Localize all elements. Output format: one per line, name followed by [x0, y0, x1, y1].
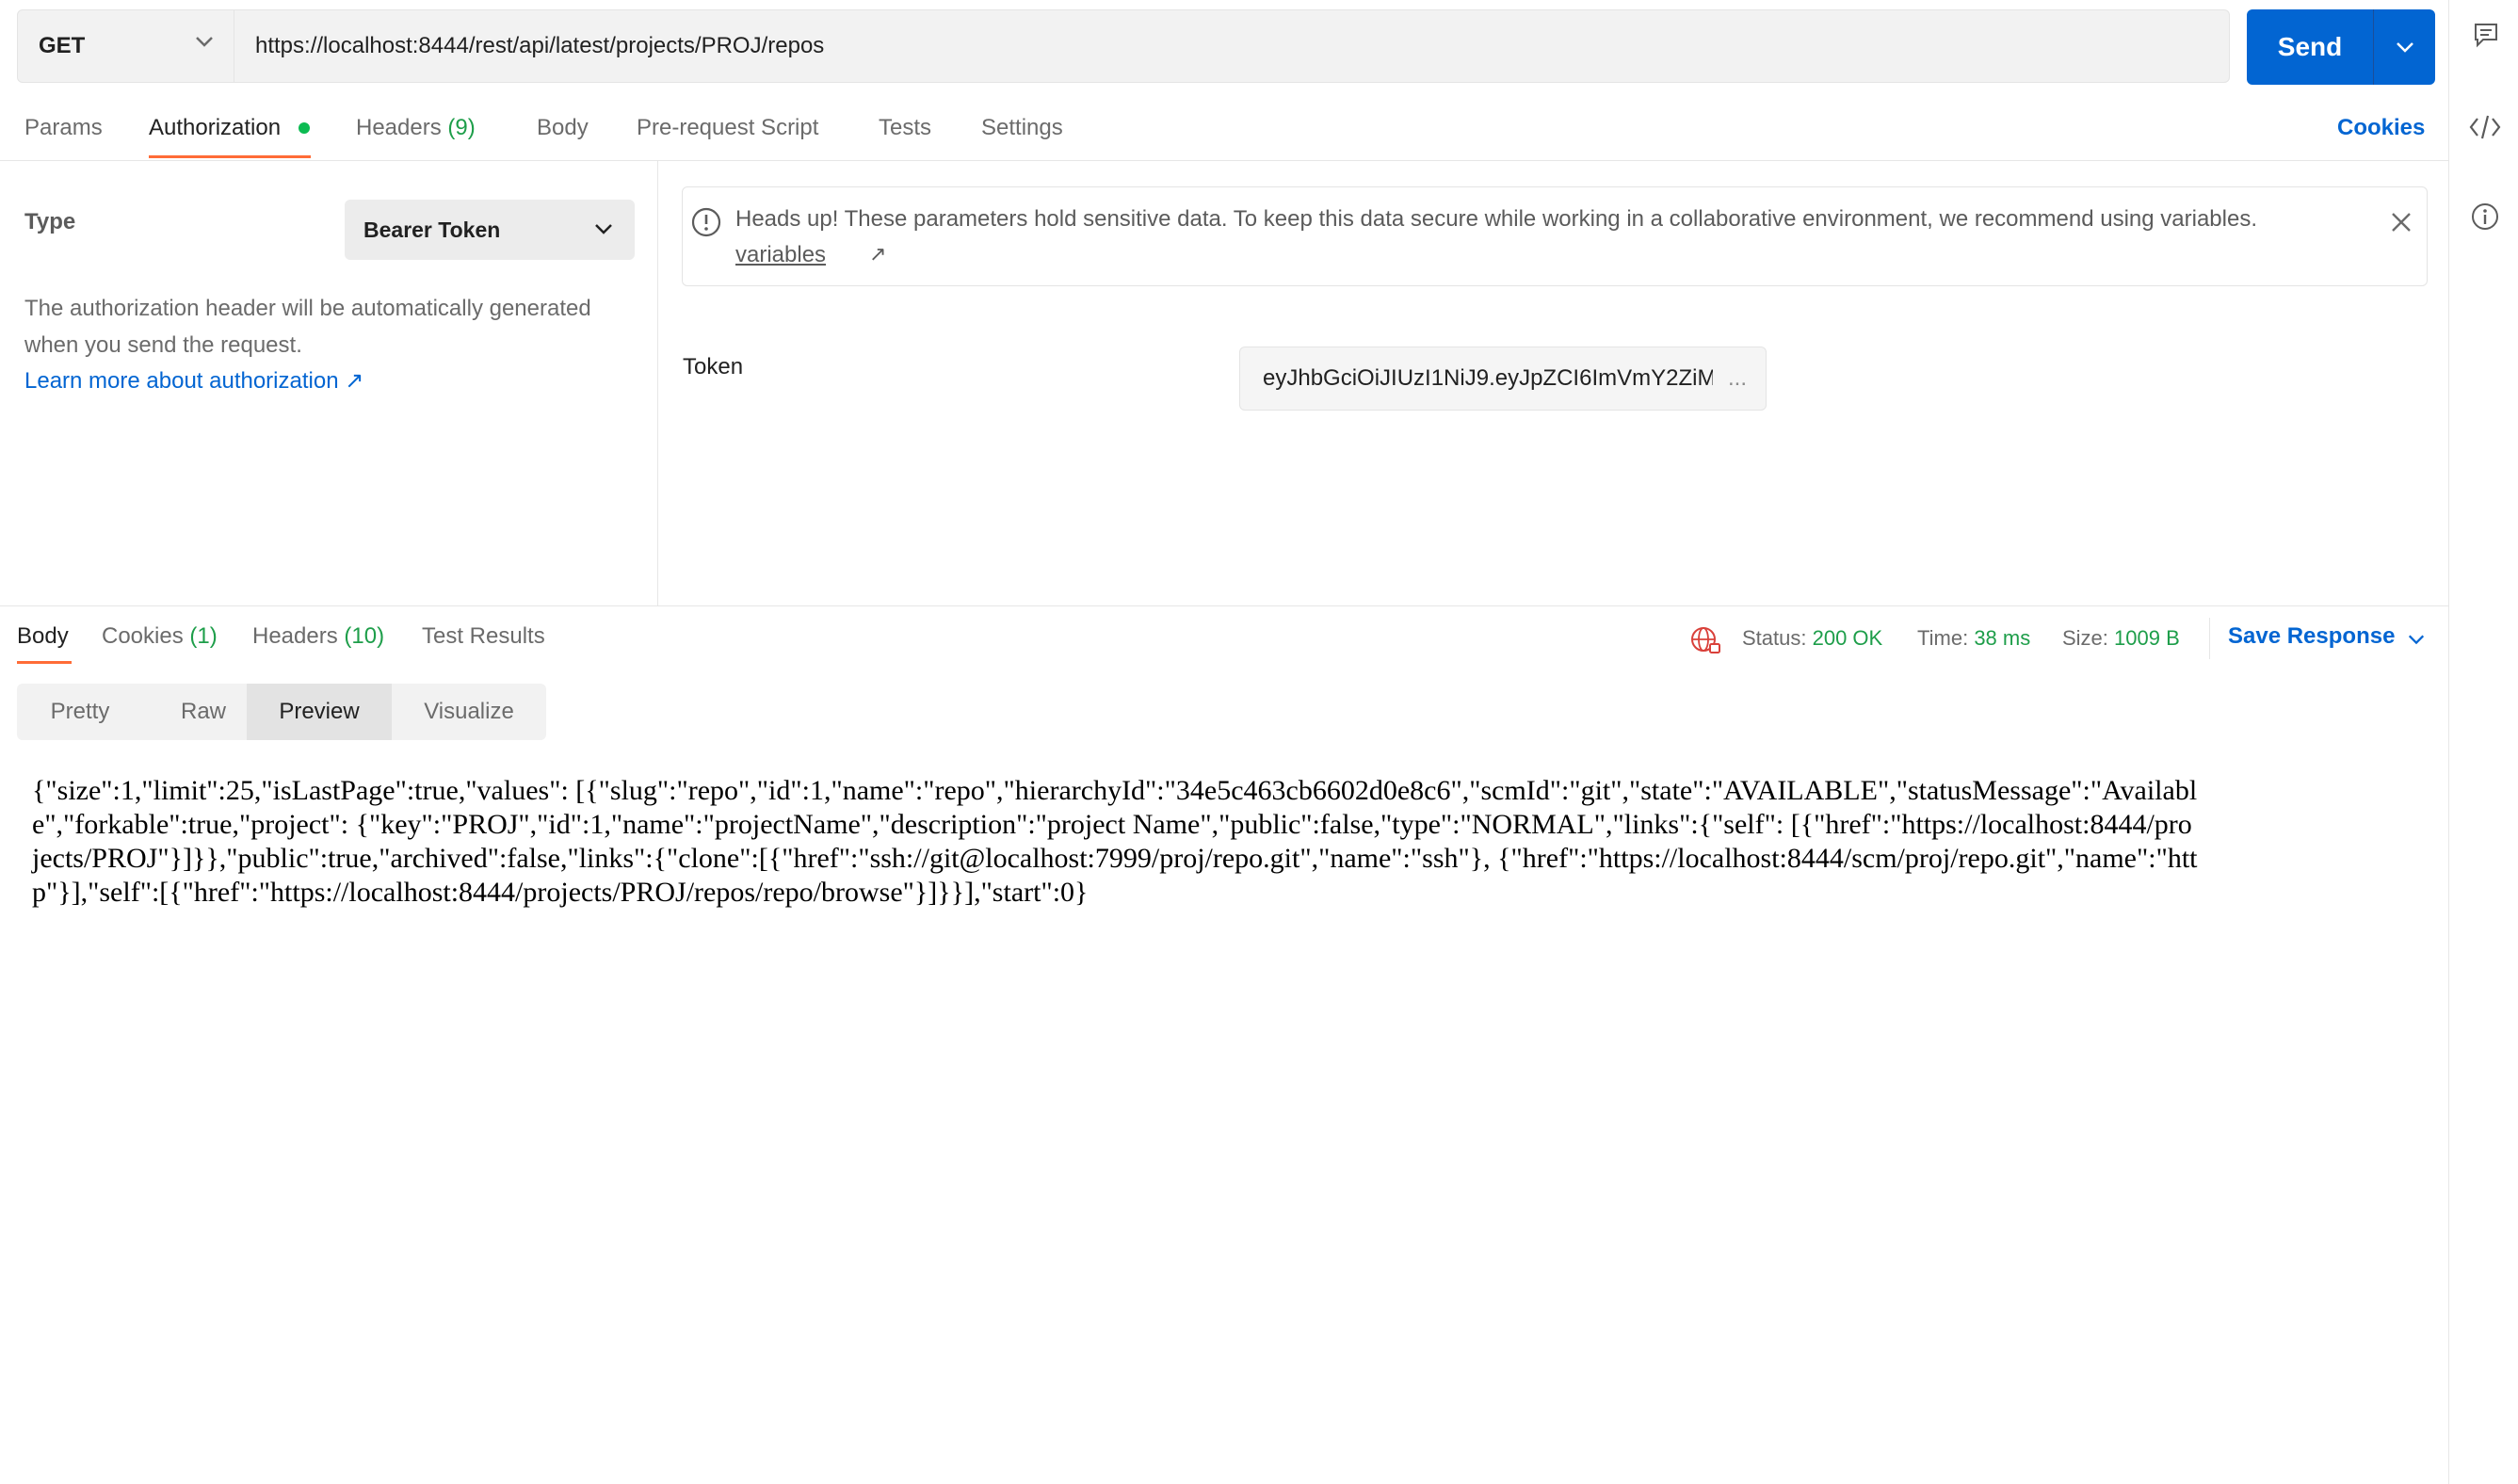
format-pretty[interactable]: Pretty — [17, 684, 143, 740]
response-tab-cookies[interactable]: Cookies (1) — [102, 623, 218, 650]
auth-type-label: Type — [24, 209, 76, 234]
format-visualize[interactable]: Visualize — [392, 684, 546, 740]
variables-link[interactable]: variables — [735, 242, 826, 268]
response-tab-headers[interactable]: Headers (10) — [252, 623, 384, 650]
cookies-link[interactable]: Cookies — [2337, 115, 2425, 141]
response-tab-body[interactable]: Body — [17, 623, 69, 650]
close-icon[interactable] — [2389, 210, 2413, 234]
tab-headers[interactable]: Headers (9) — [356, 115, 476, 141]
chevron-down-icon — [595, 224, 612, 234]
divider — [657, 161, 658, 605]
globe-icon[interactable] — [1689, 623, 1721, 655]
format-raw[interactable]: Raw — [143, 684, 264, 740]
size-value: 1009 B — [2114, 626, 2180, 650]
size-readout: Size: 1009 B — [2062, 626, 2180, 651]
code-icon[interactable] — [2468, 113, 2502, 141]
auth-description: The authorization header will be automat… — [24, 296, 591, 358]
banner-message: Heads up! These parameters hold sensitiv… — [735, 206, 2257, 232]
status-readout: Status: 200 OK — [1742, 626, 1882, 651]
time-label: Time: — [1917, 626, 1969, 650]
learn-more-link[interactable]: Learn more about authorization ↗ — [24, 367, 363, 395]
comment-icon[interactable] — [2472, 21, 2500, 49]
save-response-button[interactable]: Save Response — [2228, 623, 2395, 650]
status-value: 200 OK — [1812, 626, 1883, 650]
divider — [0, 160, 2448, 161]
tab-body[interactable]: Body — [537, 115, 589, 141]
tab-authorization[interactable]: Authorization — [149, 115, 281, 141]
tab-prerequest-script[interactable]: Pre-request Script — [637, 115, 818, 141]
token-value: eyJhbGciOiJIUzI1NiJ9.eyJpZCI6ImVmY2ZiM — [1263, 365, 1713, 391]
size-label: Size: — [2062, 626, 2108, 650]
time-readout: Time: 38 ms — [1917, 626, 2030, 651]
format-preview[interactable]: Preview — [247, 684, 392, 740]
alert-circle-icon — [691, 207, 721, 237]
tab-headers-count: (9) — [447, 115, 476, 140]
url-bar: GET https://localhost:8444/rest/api/late… — [17, 9, 2230, 83]
auth-type-select[interactable]: Bearer Token — [345, 200, 635, 260]
tab-headers-label: Headers — [356, 115, 442, 140]
send-button[interactable]: Send — [2247, 9, 2435, 85]
chevron-down-icon[interactable] — [2407, 633, 2426, 646]
auth-status-dot — [299, 122, 310, 134]
external-link-icon: ↗ — [869, 242, 887, 266]
response-tab-cookies-label: Cookies — [102, 623, 184, 649]
response-tab-test-results[interactable]: Test Results — [422, 623, 545, 650]
response-preview: {"size":1,"limit":25,"isLastPage":true,"… — [32, 775, 2198, 908]
tab-params[interactable]: Params — [24, 115, 103, 141]
url-input[interactable]: https://localhost:8444/rest/api/latest/p… — [255, 10, 824, 82]
response-tab-headers-count: (10) — [344, 623, 385, 649]
sensitive-data-banner: Heads up! These parameters hold sensitiv… — [682, 186, 2428, 286]
auth-type-value: Bearer Token — [363, 218, 501, 242]
active-tab-indicator — [17, 661, 72, 664]
response-tab-headers-label: Headers — [252, 623, 338, 649]
method-label: GET — [39, 33, 86, 58]
token-ellipsis: ... — [1727, 365, 1747, 391]
divider — [0, 605, 2448, 606]
tab-settings[interactable]: Settings — [981, 115, 1063, 141]
chevron-down-icon — [2397, 42, 2413, 53]
right-sidebar — [2448, 0, 2518, 1484]
tab-tests[interactable]: Tests — [879, 115, 931, 141]
status-label: Status: — [1742, 626, 1807, 650]
token-input[interactable]: eyJhbGciOiJIUzI1NiJ9.eyJpZCI6ImVmY2ZiM .… — [1239, 347, 1767, 411]
response-tab-cookies-count: (1) — [189, 623, 218, 649]
chevron-down-icon — [196, 37, 213, 47]
active-tab-indicator — [149, 155, 311, 158]
token-label: Token — [683, 354, 744, 379]
format-toggle: Pretty Raw Preview Visualize — [17, 684, 546, 740]
send-label: Send — [2277, 32, 2343, 61]
time-value: 38 ms — [1974, 626, 2031, 650]
info-icon[interactable] — [2470, 202, 2500, 232]
send-options-button[interactable] — [2373, 9, 2435, 85]
divider — [2209, 618, 2210, 659]
method-select[interactable]: GET — [18, 10, 234, 82]
